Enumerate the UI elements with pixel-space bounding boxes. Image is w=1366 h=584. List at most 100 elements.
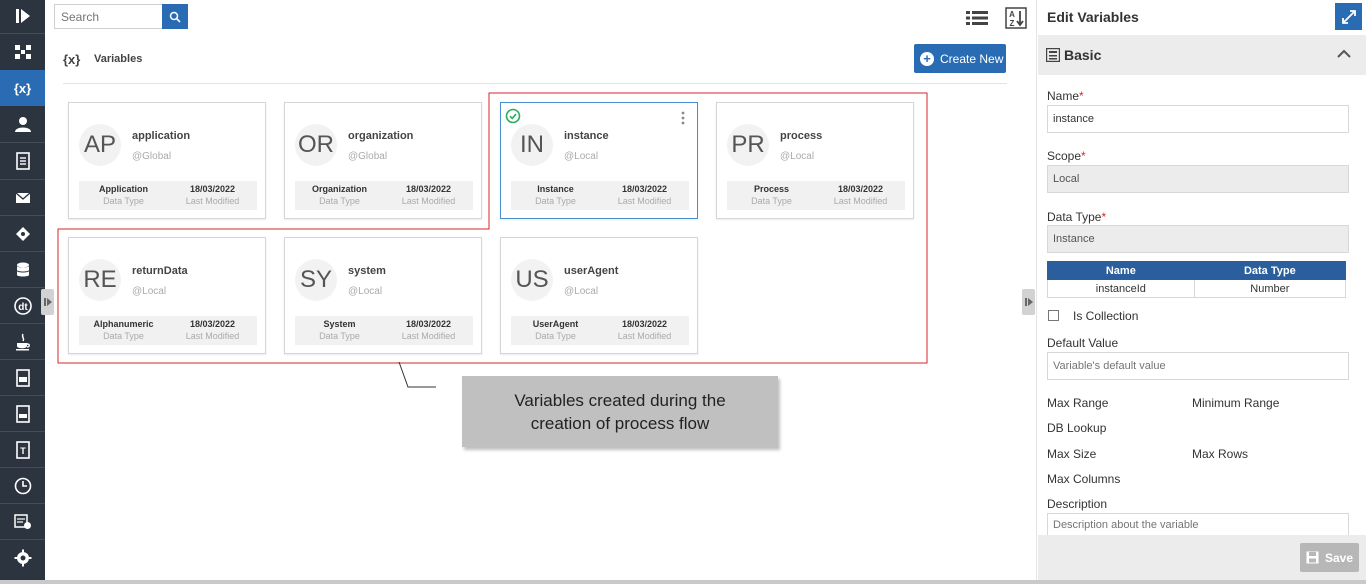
card-footer: Application Data Type 18/03/2022 Last Modif… bbox=[79, 181, 257, 210]
basic-section-header[interactable]: Basic bbox=[1038, 35, 1366, 75]
table-cell: instanceId bbox=[1047, 279, 1195, 298]
data-type-value: Organization bbox=[311, 184, 367, 194]
logo-play-icon[interactable] bbox=[0, 0, 45, 32]
collapse-arrow-icon bbox=[1024, 298, 1033, 306]
clock-icon[interactable] bbox=[0, 468, 45, 504]
data-type-value: UserAgent bbox=[532, 319, 579, 329]
more-options-icon[interactable] bbox=[681, 111, 685, 125]
last-modified-col: 18/03/2022 Last Modified bbox=[816, 183, 905, 208]
variable-card[interactable]: RE returnData @Local Alphanumeric Data Type 1… bbox=[68, 237, 266, 354]
variable-card[interactable]: US userAgent @Local UserAgent Data Type 18/03… bbox=[500, 237, 698, 354]
db-lookup-label: DB Lookup bbox=[1047, 421, 1107, 435]
panel-title: Edit Variables bbox=[1047, 9, 1139, 25]
right-collapse-toggle[interactable] bbox=[1022, 289, 1035, 315]
report-icon[interactable] bbox=[0, 504, 45, 540]
user-icon[interactable] bbox=[0, 106, 45, 142]
data-type-value: Alphanumeric bbox=[93, 319, 154, 329]
section-label: Basic bbox=[1064, 47, 1102, 63]
left-collapse-toggle[interactable] bbox=[41, 289, 54, 315]
diamond-icon[interactable] bbox=[0, 216, 45, 252]
is-collection-checkbox[interactable] bbox=[1048, 310, 1059, 321]
description-field[interactable] bbox=[1047, 513, 1349, 535]
avatar: PR bbox=[727, 124, 769, 166]
data-type-caption: Data Type bbox=[751, 196, 792, 206]
last-modified-caption: Last Modified bbox=[185, 331, 240, 341]
header-divider bbox=[63, 83, 1007, 84]
variable-card[interactable]: AP application @Global Application Data Type… bbox=[68, 102, 266, 219]
card-scope: @Local bbox=[564, 151, 599, 162]
js-file-icon[interactable] bbox=[0, 360, 45, 396]
card-scope: @Local bbox=[348, 286, 383, 297]
plus-icon: + bbox=[920, 51, 934, 66]
last-modified-value: 18/03/2022 bbox=[189, 184, 236, 194]
avatar: RE bbox=[79, 259, 121, 301]
last-modified-col: 18/03/2022 Last Modified bbox=[168, 183, 257, 208]
java-icon[interactable] bbox=[0, 324, 45, 360]
last-modified-value: 18/03/2022 bbox=[621, 319, 668, 329]
left-nav-rail: {x} dt T bbox=[0, 0, 45, 580]
data-type-caption: Data Type bbox=[535, 331, 576, 341]
max-rows-label: Max Rows bbox=[1192, 447, 1249, 461]
panel-footer: Save bbox=[1038, 535, 1366, 580]
variable-card[interactable]: OR organization @Global Organization Data Ty… bbox=[284, 102, 482, 219]
data-type-caption: Data Type bbox=[103, 196, 144, 206]
variable-card[interactable]: IN instance @Local Instance Data Type 18/03/2… bbox=[500, 102, 698, 219]
edit-variables-panel: Edit Variables Basic Name* Scope* Local … bbox=[1036, 0, 1366, 580]
css-file-icon[interactable] bbox=[0, 396, 45, 432]
data-type-col: Organization Data Type bbox=[295, 183, 384, 208]
variable-card[interactable]: SY system @Local System Data Type 18/03/2022 L… bbox=[284, 237, 482, 354]
card-name: process bbox=[780, 130, 823, 142]
card-scope: @Global bbox=[132, 151, 172, 162]
settings-icon[interactable] bbox=[0, 540, 45, 576]
create-new-button[interactable]: + Create New bbox=[914, 44, 1006, 73]
data-type-col: Process Data Type bbox=[727, 183, 816, 208]
default-value-field[interactable] bbox=[1047, 352, 1349, 380]
sort-az-icon[interactable]: AZ bbox=[1004, 6, 1028, 30]
database-icon[interactable] bbox=[0, 252, 45, 288]
name-field[interactable] bbox=[1047, 105, 1349, 133]
dt-icon[interactable]: dt bbox=[0, 288, 45, 324]
data-type-col: Alphanumeric Data Type bbox=[79, 318, 168, 343]
table-row: instanceId Number bbox=[1047, 279, 1347, 298]
data-type-field: Instance bbox=[1047, 225, 1349, 253]
variables-header-icon: {x} bbox=[63, 52, 81, 67]
variables-icon[interactable]: {x} bbox=[0, 70, 45, 106]
card-scope: @Global bbox=[348, 151, 388, 162]
data-type-value: Application bbox=[99, 184, 148, 194]
data-type-caption: Data Type bbox=[319, 196, 360, 206]
data-type-col: UserAgent Data Type bbox=[511, 318, 600, 343]
avatar: OR bbox=[295, 124, 337, 166]
hierarchy-icon[interactable] bbox=[0, 34, 45, 70]
name-label: Name* bbox=[1047, 89, 1084, 103]
search-input[interactable] bbox=[54, 4, 162, 29]
form-icon bbox=[1046, 48, 1060, 62]
last-modified-col: 18/03/2022 Last Modified bbox=[600, 318, 689, 343]
save-button[interactable]: Save bbox=[1300, 543, 1359, 572]
data-type-col: Instance Data Type bbox=[511, 183, 600, 208]
card-scope: @Local bbox=[564, 286, 599, 297]
last-modified-caption: Last Modified bbox=[401, 196, 456, 206]
card-name: instance bbox=[564, 130, 609, 142]
data-type-caption: Data Type bbox=[535, 196, 576, 206]
document-icon[interactable] bbox=[0, 143, 45, 179]
last-modified-value: 18/03/2022 bbox=[621, 184, 668, 194]
mail-icon[interactable] bbox=[0, 180, 45, 216]
variable-card[interactable]: PR process @Local Process Data Type 18/03/202… bbox=[716, 102, 914, 219]
expand-button[interactable] bbox=[1335, 3, 1362, 30]
last-modified-caption: Last Modified bbox=[617, 331, 672, 341]
avatar: US bbox=[511, 259, 553, 301]
search-button[interactable] bbox=[162, 4, 188, 29]
avatar: SY bbox=[295, 259, 337, 301]
card-footer: Instance Data Type 18/03/2022 Last Modified bbox=[511, 181, 689, 210]
data-type-value: System bbox=[323, 319, 356, 329]
card-footer: Alphanumeric Data Type 18/03/2022 Last Modi… bbox=[79, 316, 257, 345]
data-type-label: Data Type* bbox=[1047, 210, 1107, 224]
text-file-icon[interactable]: T bbox=[0, 432, 45, 468]
list-view-icon[interactable] bbox=[965, 6, 989, 30]
expand-icon bbox=[1341, 9, 1356, 24]
description-label: Description bbox=[1047, 497, 1108, 511]
callout-line-2: creation of process flow bbox=[530, 413, 710, 433]
svg-text:T: T bbox=[20, 446, 26, 456]
data-type-caption: Data Type bbox=[103, 331, 144, 341]
search-icon bbox=[169, 11, 181, 23]
